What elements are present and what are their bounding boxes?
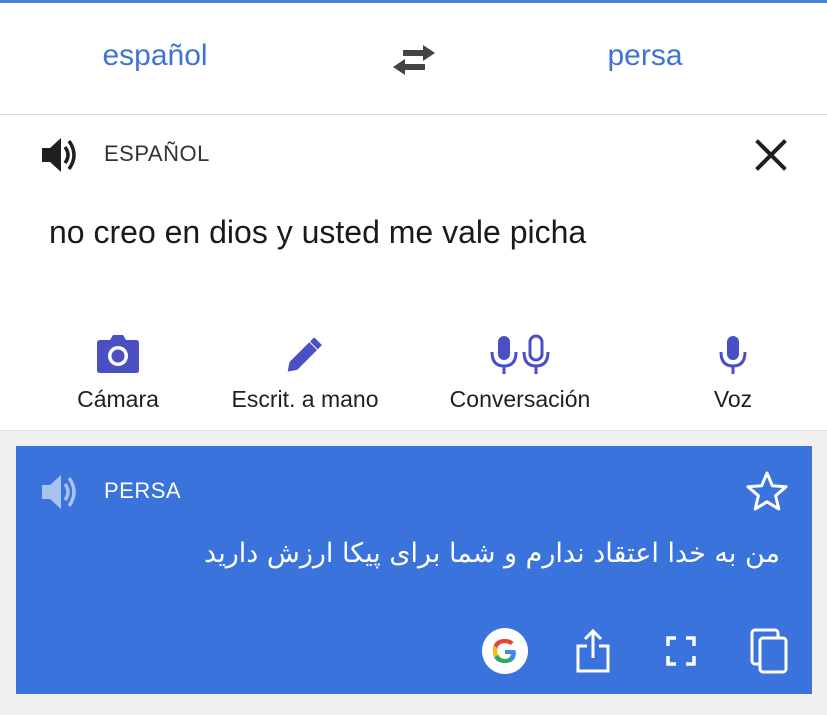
pen-icon	[287, 337, 322, 372]
translation-card[interactable]: PERSA من به خدا اعتقاد ندارم و شما برای …	[16, 446, 812, 694]
conversation-label: Conversación	[449, 386, 591, 412]
swap-arrows-icon[interactable]	[393, 45, 435, 75]
translated-text[interactable]: من به خدا اعتقاد ندارم و شما برای پیکا ا…	[204, 538, 780, 569]
share-icon[interactable]	[568, 626, 618, 676]
target-language-label: PERSA	[104, 478, 182, 503]
conversation-button[interactable]: Conversación	[420, 334, 620, 424]
language-bar: español persa	[0, 3, 827, 115]
source-text[interactable]: no creo en dios y usted me vale picha	[49, 214, 586, 251]
fullscreen-icon[interactable]	[656, 626, 706, 676]
voice-button[interactable]: Voz	[633, 334, 827, 424]
voice-label: Voz	[713, 386, 753, 412]
google-icon[interactable]	[480, 626, 530, 676]
mic-icon	[719, 336, 747, 374]
camera-icon	[97, 335, 139, 373]
source-language-button[interactable]: español	[0, 39, 310, 73]
handwriting-label: Escrit. a mano	[231, 386, 379, 412]
handwriting-button[interactable]: Escrit. a mano	[205, 334, 405, 424]
camera-button[interactable]: Cámara	[18, 334, 218, 424]
star-icon[interactable]	[746, 470, 788, 512]
target-language-button[interactable]: persa	[490, 39, 800, 73]
speaker-icon[interactable]	[40, 472, 80, 512]
copy-icon[interactable]	[744, 626, 794, 676]
speaker-icon[interactable]	[40, 135, 80, 175]
source-language-label: ESPAÑOL	[104, 141, 210, 166]
camera-label: Cámara	[77, 386, 159, 412]
double-mic-icon	[490, 334, 550, 374]
close-icon[interactable]	[752, 136, 790, 174]
